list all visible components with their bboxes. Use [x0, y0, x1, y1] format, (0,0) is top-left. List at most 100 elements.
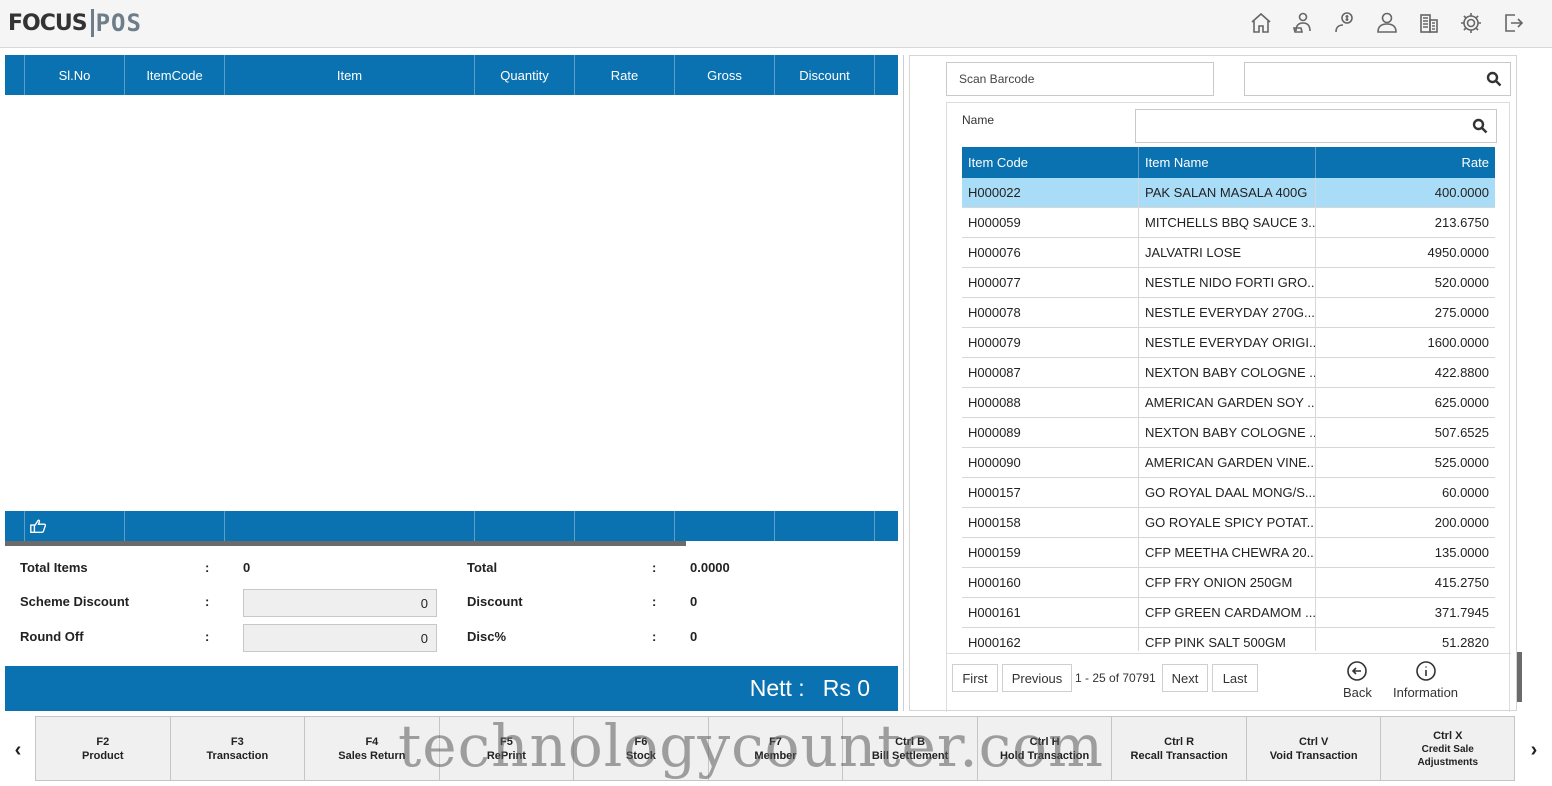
- disc-pct-label: Disc%: [467, 629, 507, 644]
- item-name-cell: NEXTON BABY COLOGNE ...: [1139, 358, 1316, 387]
- rate-cell: 422.8800: [1434, 365, 1489, 380]
- fkey-label: Product: [81, 749, 124, 762]
- fkey-shortcut: Ctrl H: [1029, 735, 1060, 748]
- grid-header-slno[interactable]: Sl.No: [25, 55, 125, 95]
- name-search-input[interactable]: [1135, 109, 1497, 143]
- horizontal-scrollbar[interactable]: [5, 541, 686, 546]
- user-money-icon[interactable]: [1332, 10, 1358, 36]
- item-table-body: H000022 PAK SALAN MASALA 400G 400.0000 H000…: [962, 178, 1495, 651]
- search-icon[interactable]: [1486, 71, 1502, 87]
- item-code-cell: H000162: [962, 628, 1139, 651]
- fkey-button-f2[interactable]: F2 Product: [35, 716, 170, 781]
- transaction-grid-header: Sl.No ItemCode Item Quantity Rate Gross …: [5, 55, 898, 95]
- header-item-name[interactable]: Item Name: [1139, 147, 1316, 178]
- fkey-button-f5[interactable]: F5 RePrint: [438, 716, 574, 781]
- gear-icon[interactable]: [1458, 10, 1484, 36]
- user-icon[interactable]: [1374, 10, 1400, 36]
- item-table-row[interactable]: H000079 NESTLE EVERYDAY ORIGI... 1600.0000: [962, 328, 1495, 358]
- item-name-cell: AMERICAN GARDEN SOY ...: [1139, 388, 1316, 417]
- vertical-scrollbar[interactable]: [1517, 652, 1522, 702]
- fkey-button-ctrl-v[interactable]: Ctrl V Void Transaction: [1245, 716, 1381, 781]
- building-icon[interactable]: [1416, 10, 1442, 36]
- item-code-cell: H000159: [962, 538, 1139, 567]
- grid-footer-cell: [875, 511, 898, 541]
- information-button[interactable]: Information: [1393, 660, 1458, 700]
- rate-cell: 507.6525: [1434, 425, 1489, 440]
- item-table-row[interactable]: H000076 JALVATRI LOSE 4950.0000: [962, 238, 1495, 268]
- search-icon[interactable]: [1472, 118, 1488, 134]
- fkey-button-f6[interactable]: F6 Stock: [573, 716, 708, 781]
- back-label: Back: [1343, 685, 1372, 700]
- back-button[interactable]: Back: [1343, 660, 1372, 700]
- round-off-field[interactable]: 0: [243, 624, 437, 652]
- fkey-button-f3[interactable]: F3 Transaction: [169, 716, 305, 781]
- colon: :: [205, 594, 210, 609]
- item-table-row[interactable]: H000159 CFP MEETHA CHEWRA 20... 135.0000: [962, 538, 1495, 568]
- item-table-row[interactable]: H000022 PAK SALAN MASALA 400G 400.0000: [962, 178, 1495, 208]
- item-name-cell: NESTLE EVERYDAY 270G...: [1139, 298, 1316, 327]
- user-cart-icon[interactable]: [1290, 10, 1316, 36]
- grid-header-discount[interactable]: Discount: [775, 55, 875, 95]
- scheme-discount-field[interactable]: 0: [243, 589, 437, 617]
- item-list-container: Name Item Code Item Name Rate H000022 PAK…: [946, 102, 1511, 712]
- pointing-hand-icon[interactable]: [25, 511, 125, 541]
- fkey-shortcut: Ctrl B: [895, 735, 926, 748]
- item-table-row[interactable]: H000078 NESTLE EVERYDAY 270G... 275.0000: [962, 298, 1495, 328]
- item-table-row[interactable]: H000088 AMERICAN GARDEN SOY ... 625.0000: [962, 388, 1495, 418]
- grid-footer-cell: [125, 511, 225, 541]
- fkey-button-ctrl-h[interactable]: Ctrl H Hold Transaction: [976, 716, 1112, 781]
- last-page-button[interactable]: Last: [1212, 664, 1258, 692]
- fkey-label: Member: [754, 749, 797, 762]
- item-table-row[interactable]: H000077 NESTLE NIDO FORTI GRO... 520.0000: [962, 268, 1495, 298]
- fkey-label: Hold Transaction: [999, 749, 1090, 762]
- fkey-shortcut: Ctrl R: [1164, 735, 1195, 748]
- fkey-button-ctrl-x[interactable]: Ctrl X Credit Sale Adjustments: [1380, 716, 1516, 781]
- barcode-search-input[interactable]: [1244, 62, 1511, 96]
- item-table-row[interactable]: H000059 MITCHELLS BBQ SAUCE 3... 213.6750: [962, 208, 1495, 238]
- item-code-cell: H000087: [962, 358, 1139, 387]
- grid-header-rate[interactable]: Rate: [575, 55, 675, 95]
- top-bar: FOCUS POS: [0, 0, 1552, 48]
- rate-cell: 60.0000: [1442, 485, 1489, 500]
- rate-cell: 200.0000: [1434, 515, 1489, 530]
- transaction-grid-body[interactable]: [5, 95, 898, 511]
- fkey-shortcut: F2: [96, 735, 110, 748]
- discount-value: 0: [690, 594, 698, 609]
- item-table-row[interactable]: H000090 AMERICAN GARDEN VINE... 525.0000: [962, 448, 1495, 478]
- exit-icon[interactable]: [1500, 10, 1526, 36]
- header-rate[interactable]: Rate: [1316, 147, 1495, 178]
- item-table-row[interactable]: H000158 GO ROYALE SPICY POTAT... 200.0000: [962, 508, 1495, 538]
- item-name-cell: CFP GREEN CARDAMOM ...: [1139, 598, 1316, 627]
- item-table-row[interactable]: H000162 CFP PINK SALT 500GM 51.2820: [962, 628, 1495, 651]
- item-code-cell: H000158: [962, 508, 1139, 537]
- page-info: 1 - 25 of 70791: [1075, 671, 1156, 685]
- grid-header-itemcode[interactable]: ItemCode: [125, 55, 225, 95]
- item-table-row[interactable]: H000089 NEXTON BABY COLOGNE ... 507.6525: [962, 418, 1495, 448]
- fkey-shortcut: F6: [634, 735, 648, 748]
- item-code-cell: H000088: [962, 388, 1139, 417]
- item-table-row[interactable]: H000157 GO ROYAL DAAL MONG/S... 60.0000: [962, 478, 1495, 508]
- fkey-button-f4[interactable]: F4 Sales Return: [304, 716, 439, 781]
- scroll-right-arrow-icon[interactable]: ›: [1524, 736, 1544, 764]
- header-item-code[interactable]: Item Code: [962, 147, 1139, 178]
- scroll-left-arrow-icon[interactable]: ‹: [8, 736, 28, 764]
- fkey-button-ctrl-b[interactable]: Ctrl B Bill Settlement: [842, 716, 977, 781]
- previous-page-button[interactable]: Previous: [1002, 664, 1072, 692]
- grid-footer-cell: [475, 511, 575, 541]
- total-items-value: 0: [243, 560, 251, 575]
- grid-header-quantity[interactable]: Quantity: [475, 55, 575, 95]
- fkey-button-ctrl-r[interactable]: Ctrl R Recall Transaction: [1111, 716, 1246, 781]
- item-name-cell: CFP FRY ONION 250GM: [1139, 568, 1316, 597]
- next-page-button[interactable]: Next: [1162, 664, 1208, 692]
- item-table-row[interactable]: H000160 CFP FRY ONION 250GM 415.2750: [962, 568, 1495, 598]
- item-name-cell: MITCHELLS BBQ SAUCE 3...: [1139, 208, 1316, 237]
- grid-header-item[interactable]: Item: [225, 55, 475, 95]
- item-table-row[interactable]: H000087 NEXTON BABY COLOGNE ... 422.8800: [962, 358, 1495, 388]
- item-table-row[interactable]: H000161 CFP GREEN CARDAMOM ... 371.7945: [962, 598, 1495, 628]
- first-page-button[interactable]: First: [952, 664, 998, 692]
- fkey-button-f7[interactable]: F7 Member: [707, 716, 843, 781]
- grid-header-gross[interactable]: Gross: [675, 55, 775, 95]
- home-icon[interactable]: [1248, 10, 1274, 36]
- scan-barcode-field[interactable]: Scan Barcode: [946, 62, 1214, 96]
- fkey-shortcut: F5: [499, 735, 513, 748]
